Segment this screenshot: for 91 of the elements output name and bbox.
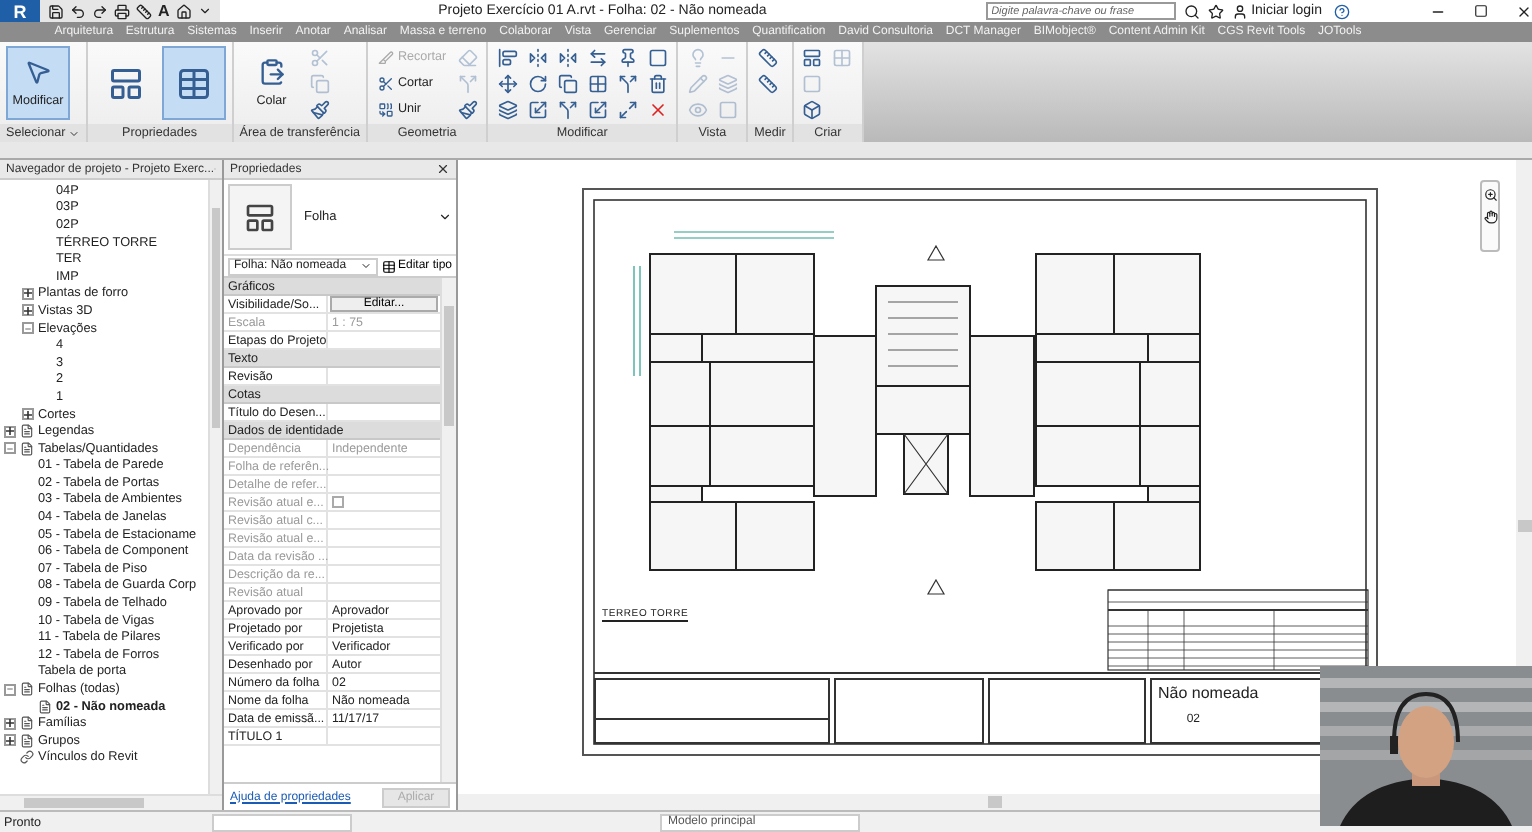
delete-icon — [647, 99, 668, 119]
scrollbar-thumb[interactable] — [212, 208, 220, 428]
text-tool[interactable]: A — [158, 3, 170, 19]
extend-icon — [617, 99, 638, 119]
paintbrush-button[interactable] — [307, 97, 334, 121]
zoom-icon[interactable] — [1483, 188, 1497, 202]
array-icon — [587, 73, 608, 93]
eye-icon — [687, 99, 708, 119]
collapse-toggle[interactable] — [4, 683, 16, 696]
save-icon — [48, 3, 64, 19]
copy-icon — [310, 73, 331, 93]
copy-icon — [557, 73, 578, 93]
expand-toggle[interactable] — [22, 304, 34, 317]
panel-icon — [802, 47, 823, 67]
pan-icon[interactable] — [1483, 210, 1497, 224]
pencil-icon — [687, 73, 708, 93]
document-icon — [20, 682, 34, 697]
maximize-icon — [1474, 4, 1488, 18]
copy-button[interactable] — [554, 71, 581, 95]
home-icon — [175, 3, 192, 19]
split-icon — [457, 73, 478, 93]
pointer-icon — [24, 58, 52, 86]
close-icon[interactable] — [436, 162, 450, 176]
split-element-button[interactable] — [614, 71, 641, 95]
type-properties-icon — [175, 65, 212, 101]
grid-icon — [832, 47, 853, 67]
lightbulb-icon — [687, 47, 708, 67]
scissors-icon — [310, 47, 331, 67]
split-icon — [557, 99, 578, 119]
move-button[interactable] — [494, 71, 521, 95]
scrollbar-thumb[interactable] — [1518, 520, 1532, 532]
cut-icon — [377, 75, 394, 91]
mirror-icon — [527, 47, 548, 67]
eraser-icon — [457, 47, 478, 67]
scrollbar-thumb[interactable] — [444, 306, 454, 426]
move-icon — [497, 73, 518, 93]
scrollbar-thumb[interactable] — [24, 798, 144, 808]
rotate-button[interactable] — [524, 71, 551, 95]
type-properties-button[interactable] — [161, 46, 226, 120]
document-icon — [38, 699, 52, 714]
star-icon — [1207, 3, 1224, 19]
caret-icon — [359, 260, 372, 272]
paintbrush-icon — [310, 99, 331, 119]
box-icon — [802, 99, 823, 119]
expand-toggle[interactable] — [4, 734, 16, 747]
caret-icon — [438, 210, 452, 224]
extend-button[interactable] — [614, 97, 641, 121]
measure-icon — [757, 73, 778, 93]
table-icon — [381, 259, 396, 273]
mirror-draw-icon — [557, 47, 578, 67]
rotate-icon — [527, 73, 548, 93]
close-icon — [1516, 3, 1532, 19]
sheet-name: Não nomeada — [1156, 682, 1261, 706]
expand-toggle[interactable] — [22, 287, 34, 300]
layers-icon — [717, 73, 738, 93]
user-icon — [1231, 3, 1248, 19]
square-icon — [717, 99, 738, 119]
properties-icon — [107, 65, 144, 101]
box-button[interactable] — [799, 97, 826, 121]
mirror-button[interactable] — [524, 45, 551, 69]
caret-icon — [197, 4, 212, 18]
dimension-icon — [757, 47, 778, 67]
undo-icon — [70, 3, 86, 19]
paint-icon — [457, 99, 478, 119]
search-icon — [1183, 3, 1200, 19]
clipboard-icon — [257, 58, 286, 86]
pin-icon — [617, 47, 638, 67]
paint-button[interactable] — [454, 97, 481, 121]
sheet-icon — [244, 201, 276, 233]
align-icon — [497, 47, 518, 67]
collapse-toggle[interactable] — [22, 322, 34, 335]
measure-button[interactable] — [754, 71, 781, 95]
dimension-button[interactable] — [754, 45, 781, 69]
expand-toggle[interactable] — [4, 425, 16, 438]
link-icon — [20, 750, 34, 765]
expand-toggle[interactable] — [22, 408, 34, 421]
measure-icon — [136, 3, 152, 19]
split-button[interactable] — [554, 97, 581, 121]
redo-icon — [92, 3, 108, 19]
print-icon — [114, 3, 130, 19]
panel-button[interactable] — [799, 45, 826, 69]
help-icon — [1334, 3, 1350, 19]
join-icon — [377, 101, 394, 117]
scrollbar-thumb[interactable] — [988, 796, 1002, 808]
mirror-draw-button[interactable] — [554, 45, 581, 69]
app-logo[interactable]: R — [0, 0, 40, 22]
split-element-icon — [617, 73, 638, 93]
expand-toggle[interactable] — [4, 717, 16, 730]
array-button[interactable] — [584, 71, 611, 95]
collapse-toggle[interactable] — [4, 442, 16, 455]
align-button[interactable] — [494, 45, 521, 69]
